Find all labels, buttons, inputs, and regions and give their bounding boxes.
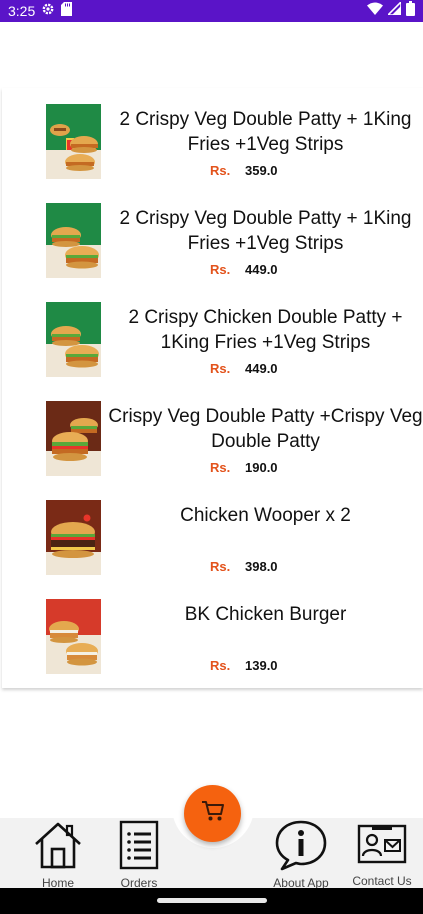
home-icon — [33, 820, 83, 870]
cart-button[interactable] — [184, 785, 241, 842]
double-burger-image — [46, 302, 101, 377]
battery-icon — [406, 1, 415, 21]
chicken-burger-image — [46, 599, 101, 674]
price-row: Rs. 398.0 — [210, 559, 278, 574]
settings-icon — [41, 2, 55, 21]
nav-about[interactable]: About App — [261, 818, 341, 890]
nav-home[interactable]: Home — [18, 818, 98, 890]
item-name: 2 Crispy Veg Double Patty + 1King Fries … — [119, 109, 412, 155]
menu-item[interactable]: Chicken Wooper x 2 Rs. 398.0 — [2, 484, 423, 583]
item-name: BK Chicken Burger — [184, 604, 347, 625]
price-value: 449.0 — [245, 262, 278, 277]
nav-contact-label: Contact Us — [352, 874, 412, 888]
menu-item[interactable]: 2 Crispy Veg Double Patty + 1King Fries … — [2, 187, 423, 286]
currency-label: Rs. — [210, 163, 231, 178]
item-name: 2 Crispy Veg Double Patty + 1King Fries … — [119, 208, 412, 254]
menu-list: 2 Crispy Veg Double Patty + 1King Fries … — [2, 88, 423, 688]
home-gesture-handle[interactable] — [157, 898, 267, 903]
price-row: Rs. 449.0 — [210, 262, 278, 277]
signal-icon — [386, 0, 402, 20]
nav-orders[interactable]: Orders — [99, 818, 179, 890]
cart-icon — [201, 800, 225, 827]
price-value: 449.0 — [245, 361, 278, 376]
menu-item[interactable]: 2 Crispy Veg Double Patty + 1King Fries … — [2, 88, 423, 187]
item-name: Chicken Wooper x 2 — [180, 505, 351, 526]
status-bar: 3:25 — [0, 0, 423, 22]
currency-label: Rs. — [210, 361, 231, 376]
currency-label: Rs. — [210, 658, 231, 673]
system-navigation-bar — [0, 888, 423, 914]
wifi-icon — [367, 2, 383, 20]
item-name: 2 Crispy Chicken Double Patty + 1King Fr… — [128, 307, 403, 353]
price-row: Rs. 139.0 — [210, 658, 278, 673]
veg-burger-image — [46, 401, 101, 476]
status-time: 3:25 — [8, 3, 36, 19]
double-burger-image — [46, 203, 101, 278]
sd-card-icon — [61, 1, 73, 21]
currency-label: Rs. — [210, 460, 231, 475]
price-row: Rs. 190.0 — [210, 460, 278, 475]
currency-label: Rs. — [210, 559, 231, 574]
menu-item[interactable]: Crispy Veg Double Patty +Crispy Veg Doub… — [2, 385, 423, 484]
currency-label: Rs. — [210, 262, 231, 277]
whopper-image — [46, 500, 101, 575]
price-value: 359.0 — [245, 163, 278, 178]
price-value: 190.0 — [245, 460, 278, 475]
menu-item[interactable]: BK Chicken Burger Rs. 139.0 — [2, 583, 423, 682]
combo-meal-image — [46, 104, 101, 179]
price-value: 398.0 — [245, 559, 278, 574]
orders-icon — [118, 820, 160, 870]
contact-icon — [357, 820, 407, 868]
info-icon — [274, 820, 328, 871]
price-row: Rs. 449.0 — [210, 361, 278, 376]
menu-item[interactable]: 2 Crispy Chicken Double Patty + 1King Fr… — [2, 286, 423, 385]
price-value: 139.0 — [245, 658, 278, 673]
price-row: Rs. 359.0 — [210, 163, 278, 178]
item-name: Crispy Veg Double Patty +Crispy Veg Doub… — [108, 406, 423, 452]
nav-contact[interactable]: Contact Us — [342, 818, 422, 888]
